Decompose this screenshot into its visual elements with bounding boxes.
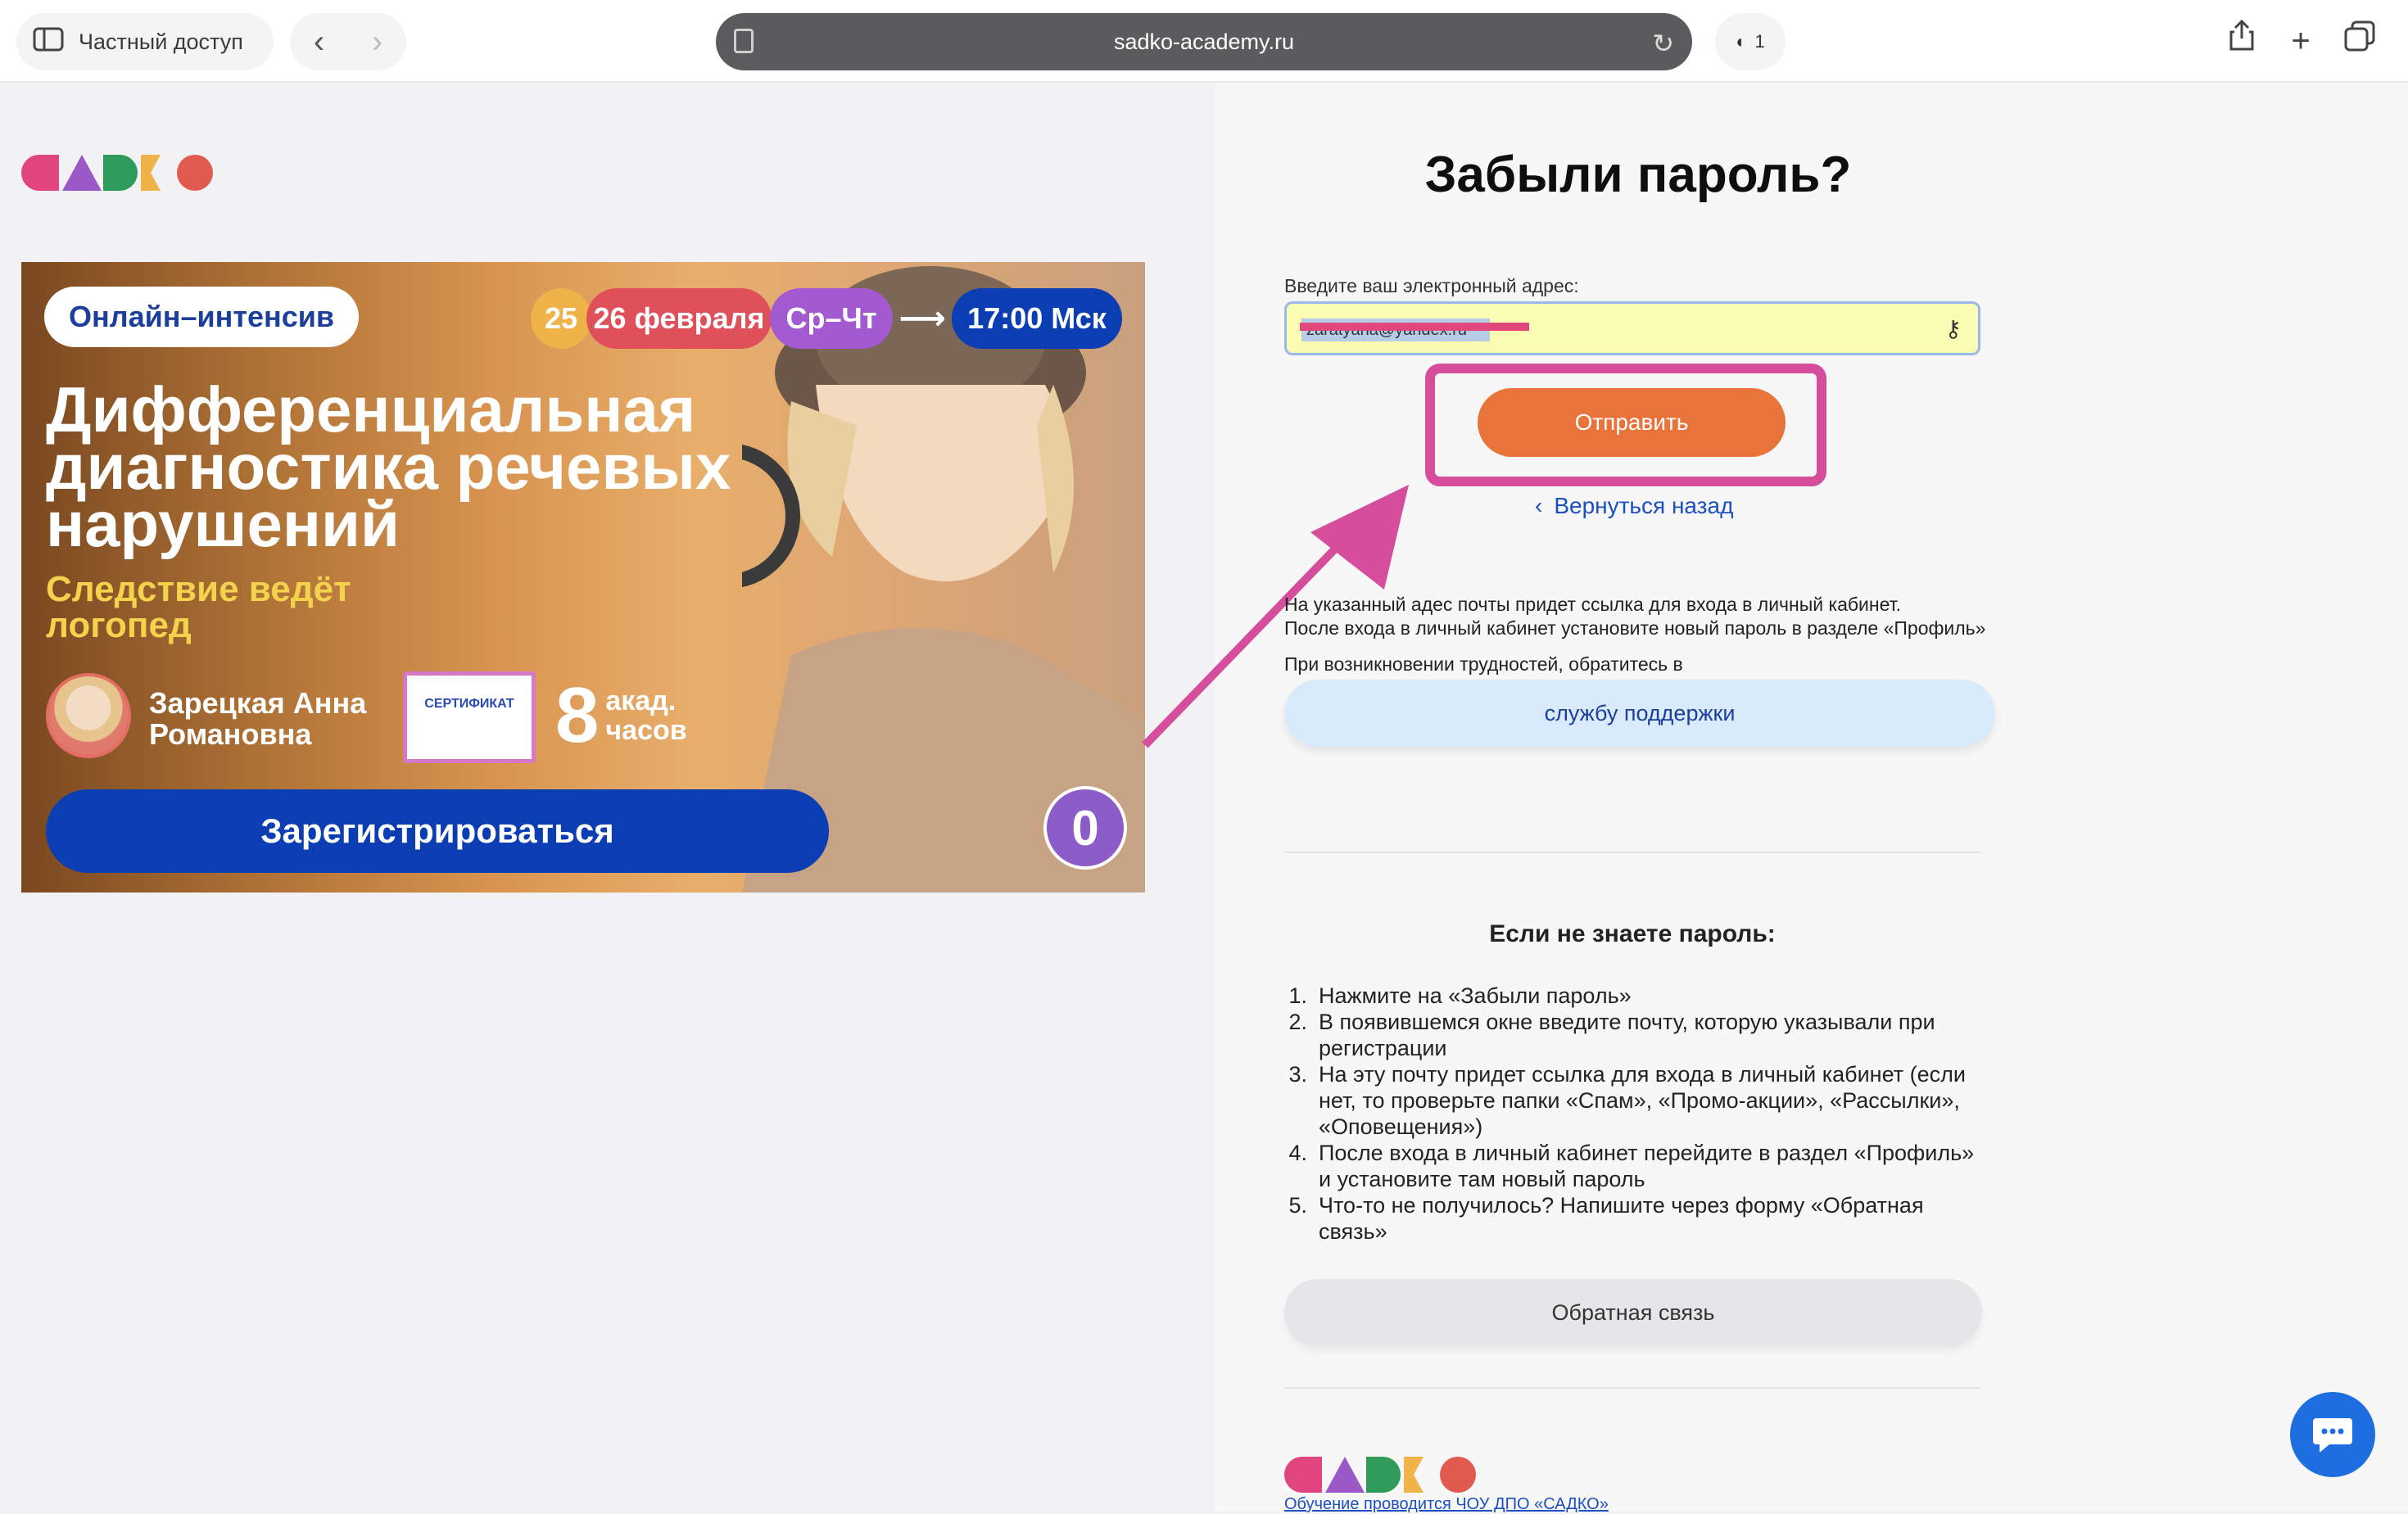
banner-subhead: Следствие ведёт логопед [46, 569, 351, 645]
help-step: 5. Что-то не получилось? Напишите через ф… [1288, 1193, 1924, 1244]
help-title: Если не знаете пароль: [1489, 920, 1776, 947]
divider [1284, 852, 1980, 853]
speaker-name: Зарецкая Анна Романовна [149, 686, 367, 751]
certificate-thumbnail: СЕРТИФИКАТ [403, 671, 536, 763]
help-step: 1. Нажмите на «Забыли пароль» [1288, 983, 1632, 1008]
hours-label: акад. часов [605, 685, 687, 746]
info-line-1: На указанный адес почты придет ссылка дл… [1284, 594, 1901, 615]
tabs-overview-icon[interactable] [2339, 18, 2380, 64]
page-title: Забыли пароль? [1424, 147, 1852, 203]
submit-button[interactable]: Отправить [1478, 388, 1786, 457]
speaker-avatar [46, 673, 131, 758]
sidebar-icon [33, 27, 64, 57]
chevron-left-icon: ‹ [1535, 493, 1543, 518]
promo-banner[interactable]: Онлайн–интенсив 25 26 февраля Ср–Чт ⟶ 17… [21, 262, 1145, 893]
forward-arrow-icon[interactable]: › [372, 24, 382, 61]
online-intensive-tag: Онлайн–интенсив [44, 287, 359, 347]
trouble-text: При возникновении трудностей, обратитесь… [1284, 653, 1683, 675]
free-badge: 0 [1043, 786, 1127, 870]
share-icon[interactable] [2221, 18, 2262, 64]
info-line-2: После входа в личный кабинет установите … [1284, 617, 1986, 639]
password-key-icon[interactable]: ⚷ [1944, 315, 1962, 342]
back-arrow-icon[interactable]: ‹ [314, 24, 324, 61]
email-label: Введите ваш электронный адрес: [1284, 275, 1579, 296]
date-end-badge: 26 февраля [586, 288, 772, 349]
private-mode-label: Частный доступ [79, 29, 243, 54]
back-link[interactable]: ‹ Вернуться назад [1535, 493, 1733, 519]
privacy-report-button[interactable]: ◐ 1 [1715, 13, 1786, 70]
help-step: 4. После входа в личный кабинет перейдите… [1288, 1141, 1975, 1191]
sadko-logo[interactable] [21, 152, 215, 193]
hours-number: 8 [555, 671, 600, 759]
help-step: 3. На эту почту придет ссылка для входа в… [1288, 1062, 1966, 1139]
banner-headline: Дифференциальная диагностика речевых нар… [46, 373, 731, 560]
shield-icon: ◐ [1736, 31, 1747, 52]
help-step: 2. В появившемся окне введите почту, кото… [1288, 1010, 1935, 1060]
date-start-badge: 25 [531, 288, 591, 349]
info-text: На указанный адес почты придет ссылка дл… [1284, 593, 1985, 640]
help-steps: 1. Нажмите на «Забыли пароль» 2. В появивш… [1284, 983, 1989, 1245]
hours-info: 8 акад. часов [555, 676, 704, 755]
browser-toolbar: Частный доступ ‹ › sadko-academy.ru ↻ ◐ … [0, 0, 2408, 83]
reload-icon[interactable]: ↻ [1652, 28, 1674, 59]
days-badge: Ср–Чт [770, 288, 893, 349]
arrow-right-icon: ⟶ [898, 301, 946, 337]
support-button[interactable]: службу поддержки [1284, 680, 1995, 747]
privacy-count: 1 [1754, 31, 1765, 52]
private-mode-button[interactable]: Частный доступ [16, 13, 274, 70]
register-button[interactable]: Зарегистрироваться [46, 789, 829, 873]
feedback-button[interactable]: Обратная связь [1284, 1279, 1982, 1346]
redaction-mark [1300, 323, 1529, 331]
certificate-title: СЕРТИФИКАТ [424, 697, 514, 711]
footer-sadko-logo[interactable] [1284, 1454, 1478, 1495]
url-text: sadko-academy.ru [1113, 29, 1295, 54]
email-field[interactable]: zaratyana@yandex.ru ⚷ [1284, 301, 1980, 355]
page-menu-icon[interactable] [734, 29, 754, 53]
new-tab-icon[interactable]: + [2280, 18, 2321, 64]
divider [1284, 1387, 1980, 1389]
chat-widget-button[interactable] [2290, 1392, 2375, 1477]
nav-buttons: ‹ › [290, 13, 406, 70]
address-bar[interactable]: sadko-academy.ru ↻ [716, 13, 1692, 70]
time-badge: 17:00 Мск [952, 288, 1122, 349]
back-link-label: Вернуться назад [1554, 493, 1734, 518]
chat-bubble-icon [2313, 1418, 2352, 1453]
